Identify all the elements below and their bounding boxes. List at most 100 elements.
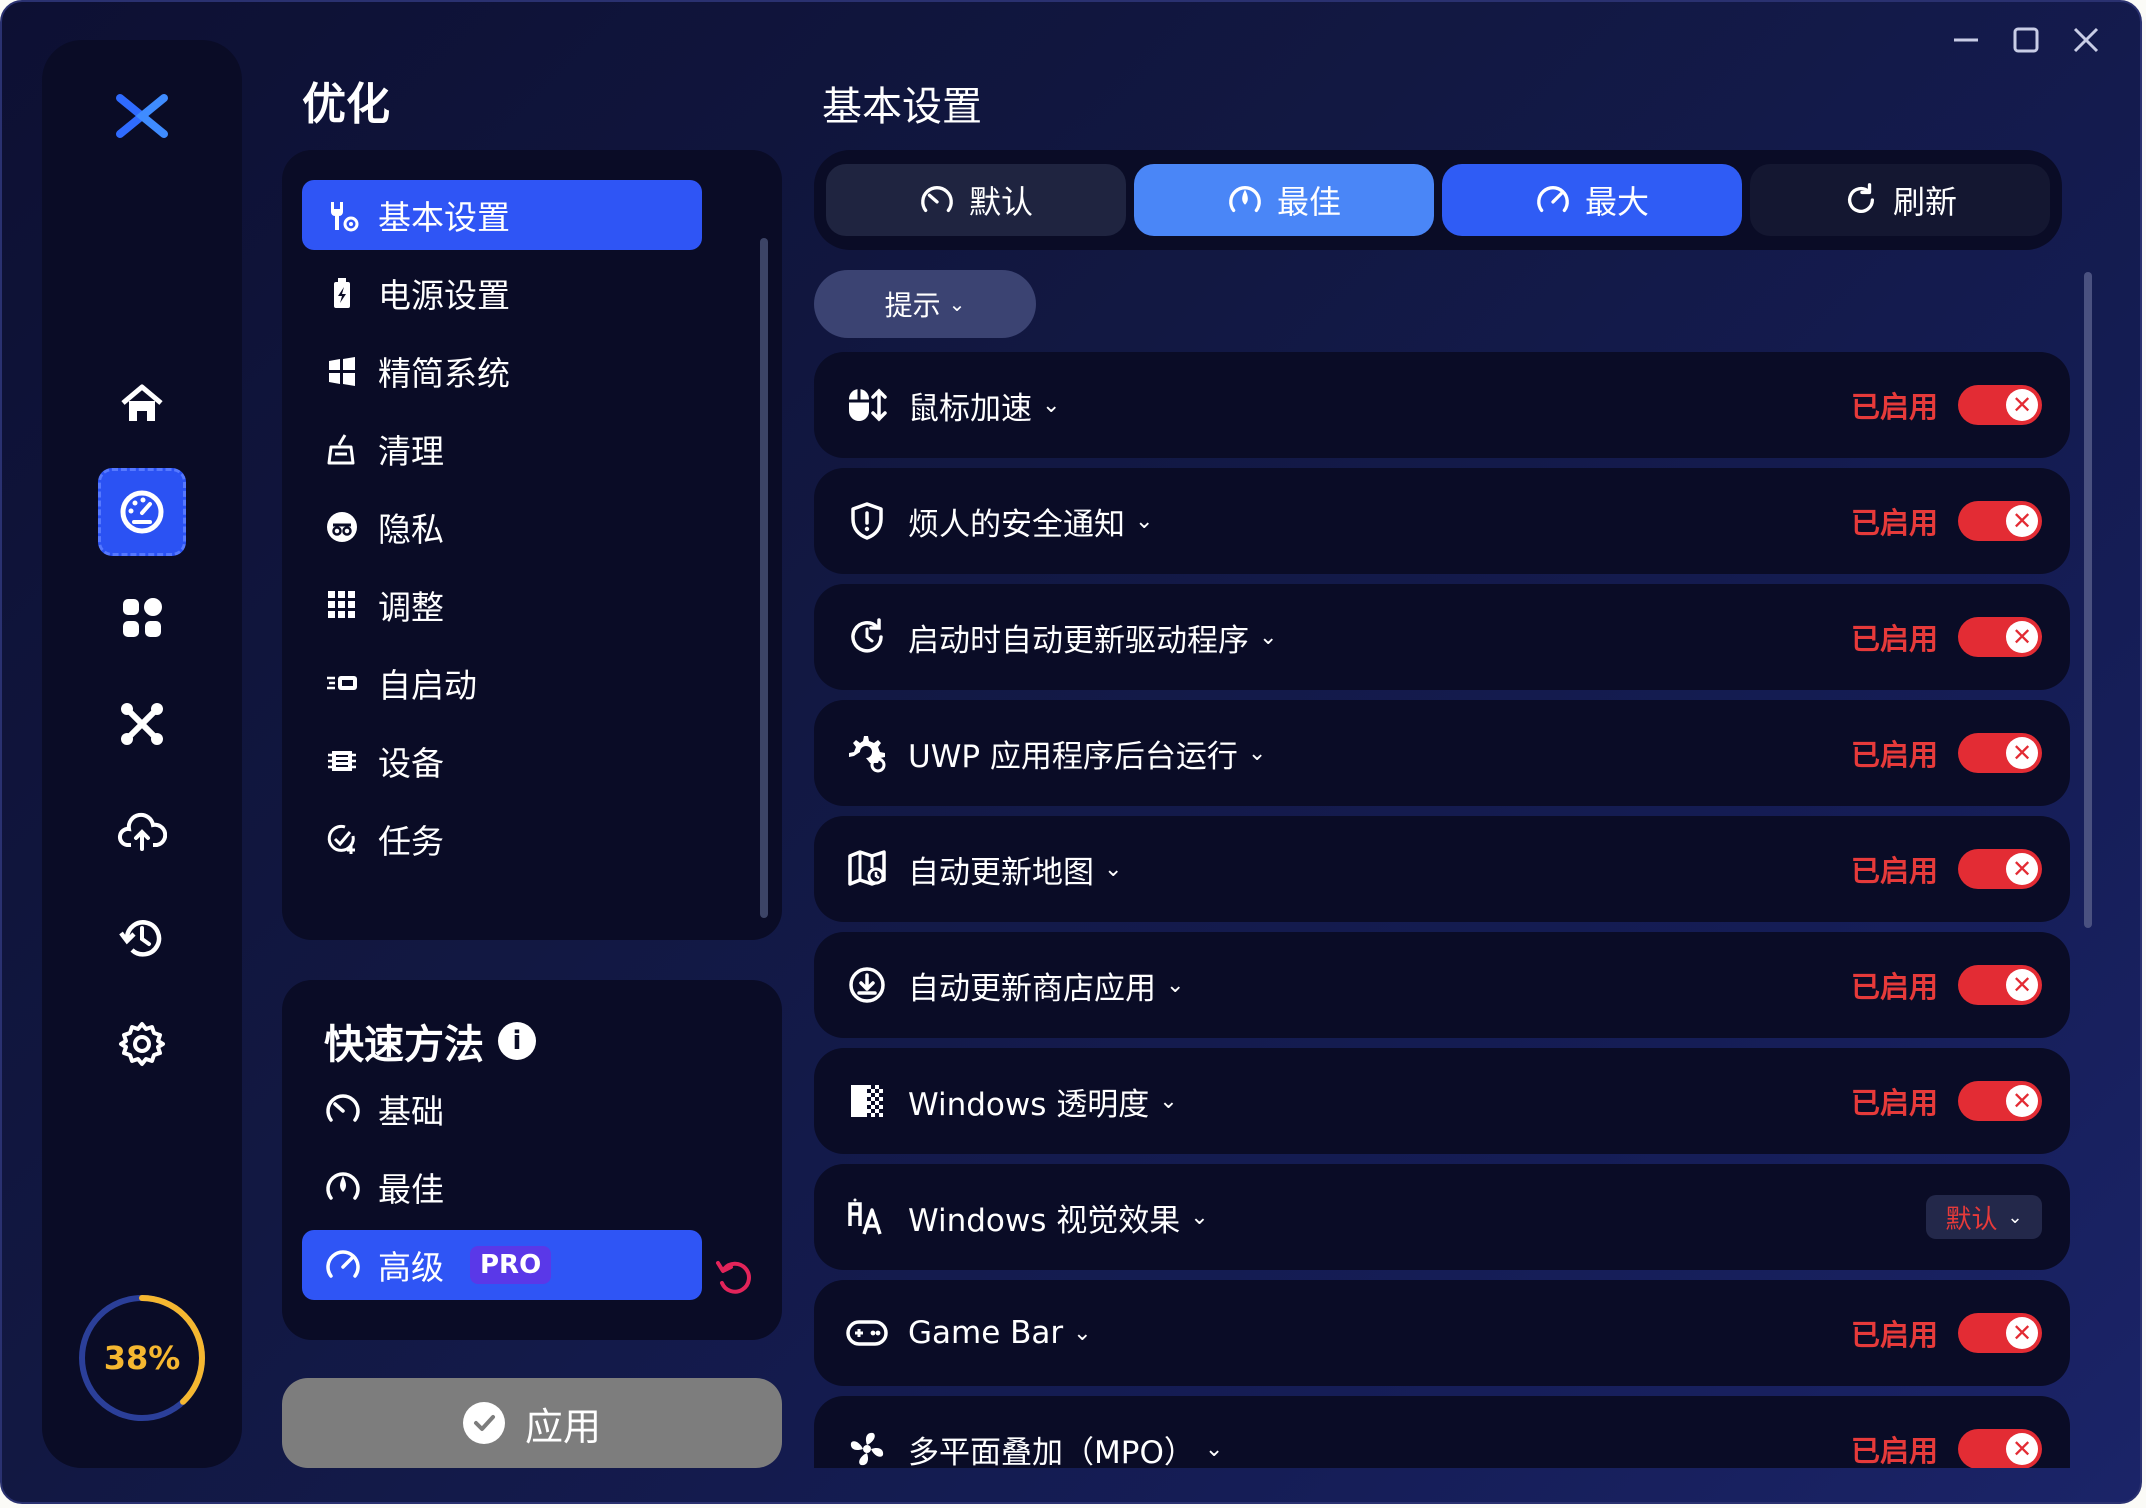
check-circle-icon <box>462 1402 505 1444</box>
toggle-switch[interactable]: ✕ <box>1958 1313 2042 1353</box>
status-text: 已启用 <box>1850 970 1938 1004</box>
setting-row-game-bar: Game Bar ⌄ 已启用 ✕ <box>814 1280 2070 1386</box>
chevron-down-icon: ⌄ <box>1259 624 1278 650</box>
setting-label[interactable]: Game Bar ⌄ <box>908 1315 1092 1351</box>
close-icon: ✕ <box>2006 621 2038 653</box>
task-icon <box>324 821 360 857</box>
quick-item-basic[interactable]: 基础 <box>302 1074 702 1144</box>
apply-button[interactable]: 应用 <box>282 1378 782 1468</box>
preset-default-button[interactable]: 默认 <box>826 164 1126 236</box>
toggle-switch[interactable]: ✕ <box>1958 849 2042 889</box>
menu-item-privacy[interactable]: 隐私 <box>302 492 702 562</box>
menu-item-startup[interactable]: 自启动 <box>302 648 702 718</box>
dropdown-value: 默认 <box>1945 1204 1998 1235</box>
tools-icon <box>121 703 163 745</box>
setting-label[interactable]: 自动更新商店应用 ⌄ <box>908 963 1184 1008</box>
pro-badge: PRO <box>470 1246 552 1284</box>
map-icon <box>844 846 890 892</box>
setting-row-mpo: 多平面叠加（MPO） ⌄ 已启用 ✕ <box>814 1396 2070 1468</box>
app-logo-icon <box>116 94 168 138</box>
quick-methods-title-text: 快速方法 <box>324 1022 484 1068</box>
toggle-switch[interactable]: ✕ <box>1958 617 2042 657</box>
quick-item-advanced[interactable]: 高级 PRO <box>302 1230 702 1300</box>
toggle-switch[interactable]: ✕ <box>1958 965 2042 1005</box>
toggle-switch[interactable]: ✕ <box>1958 1429 2042 1468</box>
close-icon <box>2073 27 2099 53</box>
nav-home[interactable] <box>98 360 186 448</box>
toggle-switch[interactable]: ✕ <box>1958 1081 2042 1121</box>
grid-dots-icon <box>324 587 360 623</box>
chevron-down-icon: ⌄ <box>1159 1088 1178 1114</box>
menu-item-debloat[interactable]: 精简系统 <box>302 336 702 406</box>
setting-label[interactable]: Windows 视觉效果 ⌄ <box>908 1195 1209 1240</box>
quick-item-best[interactable]: 最佳 <box>302 1152 702 1222</box>
toggle-switch[interactable]: ✕ <box>1958 385 2042 425</box>
setting-row-windows-transparency: Windows 透明度 ⌄ 已启用 ✕ <box>814 1048 2070 1154</box>
content-scrollbar[interactable] <box>2084 272 2092 928</box>
status-text: 已启用 <box>1850 390 1938 424</box>
setting-label[interactable]: UWP 应用程序后台运行 ⌄ <box>908 731 1266 776</box>
preset-label: 最大 <box>1584 183 1649 221</box>
settings-gear-icon <box>119 1022 165 1066</box>
menu-item-label: 隐私 <box>378 510 444 549</box>
close-icon: ✕ <box>2006 1317 2038 1349</box>
close-icon: ✕ <box>2006 1085 2038 1117</box>
nav-tools[interactable] <box>98 680 186 768</box>
nav-dashboard[interactable] <box>98 468 186 556</box>
mouse-icon <box>844 382 890 428</box>
setting-label[interactable]: 自动更新地图 ⌄ <box>908 847 1122 892</box>
optimization-progress-label: 38% <box>103 1339 181 1377</box>
nav-restore[interactable] <box>98 894 186 982</box>
close-icon: ✕ <box>2006 505 2038 537</box>
gamepad-icon <box>844 1310 890 1356</box>
hint-dropdown[interactable]: 提示 ⌄ <box>814 270 1036 338</box>
nav-settings[interactable] <box>98 1000 186 1088</box>
setting-label[interactable]: Windows 透明度 ⌄ <box>908 1079 1178 1124</box>
setting-label[interactable]: 鼠标加速 ⌄ <box>908 383 1060 428</box>
preset-max-button[interactable]: 最大 <box>1442 164 1742 236</box>
menu-item-cleanup[interactable]: 清理 <box>302 414 702 484</box>
shield-icon <box>844 498 890 544</box>
status-text: 已启用 <box>1850 854 1938 888</box>
nav-apps[interactable] <box>98 574 186 662</box>
quick-methods-title: 快速方法 i <box>324 1012 536 1070</box>
download-circle-icon <box>844 962 890 1008</box>
menu-item-tweaks[interactable]: 调整 <box>302 570 702 640</box>
quick-item-label: 基础 <box>378 1092 444 1131</box>
status-text: 已启用 <box>1850 1086 1938 1120</box>
optimization-menu: 基本设置 电源设置 精简系统 清理 隐私 调整 自启动 设备 任务 <box>282 150 782 940</box>
preset-best-button[interactable]: 最佳 <box>1134 164 1434 236</box>
setting-row-maps-auto-update: 自动更新地图 ⌄ 已启用 ✕ <box>814 816 2070 922</box>
menu-item-label: 设备 <box>378 744 444 783</box>
refresh-clock-icon <box>844 614 890 660</box>
menu-item-label: 任务 <box>378 822 444 861</box>
menu-item-label: 精简系统 <box>378 354 510 393</box>
preset-label: 刷新 <box>1892 183 1957 221</box>
gear-cog-icon <box>844 730 890 776</box>
setting-label[interactable]: 启动时自动更新驱动程序 ⌄ <box>908 615 1277 660</box>
info-icon[interactable]: i <box>498 1022 536 1060</box>
nav-cloud[interactable] <box>98 788 186 876</box>
menu-scrollbar[interactable] <box>760 238 768 918</box>
home-icon <box>121 384 163 421</box>
setting-label[interactable]: 多平面叠加（MPO） ⌄ <box>908 1427 1223 1469</box>
settings-list: 鼠标加速 ⌄ 已启用 ✕ 烦人的安全通知 ⌄ 已启用 ✕ 启动时自动更新驱动程序 ⌄ … <box>814 352 2074 1468</box>
menu-item-tasks[interactable]: 任务 <box>302 804 702 874</box>
preset-refresh-button[interactable]: 刷新 <box>1750 164 2050 236</box>
undo-icon[interactable] <box>712 1255 756 1299</box>
menu-item-devices[interactable]: 设备 <box>302 726 702 796</box>
menu-item-power-settings[interactable]: 电源设置 <box>302 258 702 328</box>
close-button[interactable] <box>2064 20 2108 60</box>
setting-row-windows-visual-effects: Windows 视觉效果 ⌄ 默认 ⌄ <box>814 1164 2070 1270</box>
setting-label[interactable]: 烦人的安全通知 ⌄ <box>908 499 1153 544</box>
minimize-button[interactable] <box>1944 20 1988 60</box>
quick-item-label: 高级 <box>378 1248 444 1287</box>
dashboard-icon <box>120 490 164 534</box>
toggle-switch[interactable]: ✕ <box>1958 733 2042 773</box>
maximize-button[interactable] <box>2004 20 2048 60</box>
menu-item-basic-settings[interactable]: 基本设置 <box>302 180 702 250</box>
apply-label: 应用 <box>524 1404 601 1449</box>
visual-effects-dropdown[interactable]: 默认 ⌄ <box>1926 1195 2042 1239</box>
gauge-mid-icon <box>1229 186 1261 213</box>
toggle-switch[interactable]: ✕ <box>1958 501 2042 541</box>
